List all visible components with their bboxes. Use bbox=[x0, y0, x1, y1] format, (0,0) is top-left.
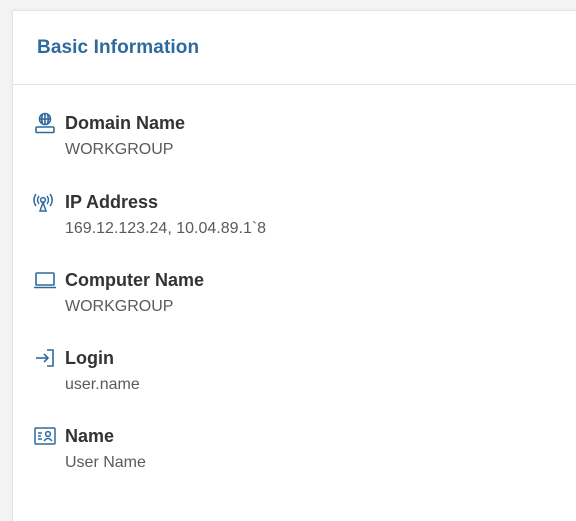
info-label-login: Login bbox=[65, 347, 114, 368]
info-value-ip-address: 169.12.123.24, 10.04.89.1`8 bbox=[65, 220, 267, 237]
info-label-domain-name: Domain Name bbox=[65, 112, 186, 133]
info-label-name: Name bbox=[65, 425, 115, 446]
basic-information-panel: Basic Information Domain Name WORKGROUP … bbox=[12, 10, 576, 521]
info-item-domain-name: Domain Name WORKGROUP bbox=[33, 109, 185, 159]
info-value-domain-name: WORKGROUP bbox=[65, 141, 174, 158]
info-value-computer-name: WORKGROUP bbox=[65, 298, 174, 315]
info-item-ip-address: IP Address 169.12.123.24, 10.04.89.1`8 bbox=[33, 188, 266, 238]
laptop-icon bbox=[33, 268, 57, 292]
panel-header: Basic Information bbox=[13, 11, 576, 85]
info-label-computer-name: Computer Name bbox=[65, 269, 205, 290]
panel-title: Basic Information bbox=[37, 36, 200, 58]
info-item-name: Name User Name bbox=[33, 422, 146, 472]
domain-network-icon bbox=[33, 111, 57, 135]
info-value-name: User Name bbox=[65, 454, 146, 471]
login-arrow-icon bbox=[33, 346, 57, 370]
info-label-ip-address: IP Address bbox=[65, 191, 159, 212]
info-value-login: user.name bbox=[65, 376, 140, 393]
id-card-icon bbox=[33, 424, 57, 448]
info-item-computer-name: Computer Name WORKGROUP bbox=[33, 266, 204, 316]
info-item-login: Login user.name bbox=[33, 344, 140, 394]
wireless-signal-icon bbox=[33, 190, 57, 214]
